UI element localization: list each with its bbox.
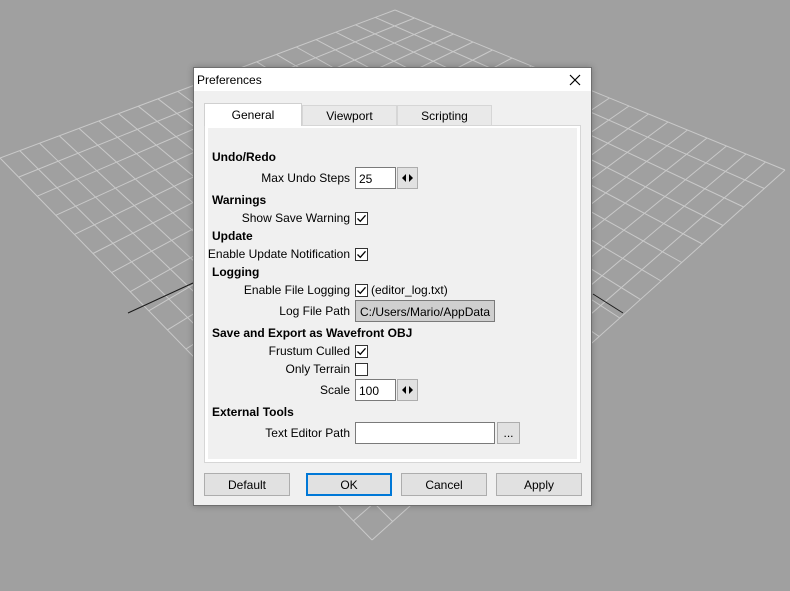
checkmark-icon bbox=[357, 286, 366, 295]
tab-scripting-label: Scripting bbox=[421, 108, 468, 123]
enable-file-logging-checkbox[interactable] bbox=[355, 284, 368, 297]
tab-viewport-label: Viewport bbox=[326, 108, 373, 123]
ok-button-label: OK bbox=[340, 477, 358, 492]
preferences-dialog: Preferences General Viewport Scripting U… bbox=[193, 67, 592, 506]
default-button[interactable]: Default bbox=[204, 473, 290, 496]
max-undo-steps-label: Max Undo Steps bbox=[261, 171, 350, 185]
left-right-arrows-icon bbox=[402, 174, 413, 182]
log-file-path-label: Log File Path bbox=[279, 304, 350, 318]
tab-general-label: General bbox=[231, 108, 275, 122]
log-file-path-field[interactable]: C:/Users/Mario/AppData bbox=[355, 300, 495, 322]
apply-button[interactable]: Apply bbox=[496, 473, 582, 496]
only-terrain-label: Only Terrain bbox=[285, 362, 350, 376]
checkmark-icon bbox=[357, 214, 366, 223]
general-tab-panel: Undo/Redo Max Undo Steps 25 Warnings Sho… bbox=[204, 125, 581, 463]
left-right-arrows-icon bbox=[402, 386, 413, 394]
only-terrain-checkbox[interactable] bbox=[355, 363, 368, 376]
cancel-button[interactable]: Cancel bbox=[401, 473, 487, 496]
enable-file-logging-label: Enable File Logging bbox=[243, 283, 350, 297]
ok-button[interactable]: OK bbox=[306, 473, 392, 496]
default-button-label: Default bbox=[227, 477, 267, 492]
show-save-warning-checkbox[interactable] bbox=[355, 212, 368, 225]
title-bar: Preferences bbox=[194, 68, 591, 91]
checkmark-icon bbox=[357, 250, 366, 259]
tab-scripting[interactable]: Scripting bbox=[397, 105, 492, 125]
scale-input[interactable]: 100 bbox=[355, 379, 396, 401]
cancel-button-label: Cancel bbox=[425, 477, 463, 492]
enable-update-notification-label: Enable Update Notification bbox=[207, 247, 350, 261]
close-icon bbox=[569, 74, 581, 85]
frustum-culled-checkbox[interactable] bbox=[355, 345, 368, 358]
max-undo-steps-spin-button[interactable] bbox=[397, 167, 418, 189]
browse-text-editor-button[interactable]: ... bbox=[497, 422, 520, 444]
checkmark-icon bbox=[357, 347, 366, 356]
scale-spin-button[interactable] bbox=[397, 379, 418, 401]
dialog-title: Preferences bbox=[197, 73, 262, 87]
section-title-export-obj: Save and Export as Wavefront OBJ bbox=[212, 326, 413, 340]
section-title-warnings: Warnings bbox=[212, 193, 267, 207]
frustum-culled-label: Frustum Culled bbox=[268, 344, 350, 358]
show-save-warning-label: Show Save Warning bbox=[241, 211, 350, 225]
scale-label: Scale bbox=[319, 383, 350, 397]
tab-viewport[interactable]: Viewport bbox=[302, 105, 397, 125]
enable-update-notification-checkbox[interactable] bbox=[355, 248, 368, 261]
general-settings-area: Undo/Redo Max Undo Steps 25 Warnings Sho… bbox=[208, 128, 577, 459]
browse-button-label: ... bbox=[503, 426, 514, 440]
text-editor-path-input[interactable] bbox=[355, 422, 495, 444]
section-title-undo-redo: Undo/Redo bbox=[212, 150, 276, 164]
section-title-external-tools: External Tools bbox=[212, 405, 294, 419]
close-button[interactable] bbox=[559, 68, 591, 91]
max-undo-steps-input[interactable]: 25 bbox=[355, 167, 396, 189]
tab-general[interactable]: General bbox=[204, 103, 302, 126]
text-editor-path-label: Text Editor Path bbox=[265, 426, 350, 440]
log-file-name-text: (editor_log.txt) bbox=[371, 283, 448, 297]
apply-button-label: Apply bbox=[523, 477, 555, 492]
section-title-logging: Logging bbox=[212, 265, 260, 279]
section-title-update: Update bbox=[212, 229, 253, 243]
